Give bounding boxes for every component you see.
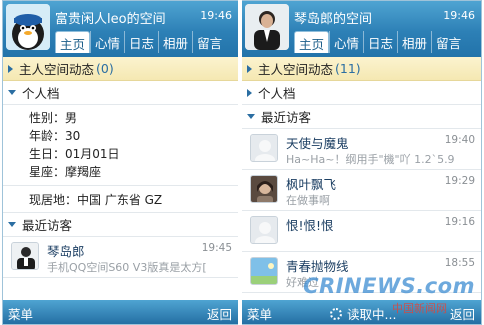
right-tab-bar: 主页 心情 日志 相册 留言 <box>294 31 481 53</box>
expanded-arrow-icon <box>247 114 255 119</box>
tab-mood[interactable]: 心情 <box>329 31 363 53</box>
picture-avatar-icon <box>251 258 277 284</box>
visitor-name: 恨!恨!恨 <box>286 218 334 233</box>
left-phone-screen: 富贵闲人leo的空间 19:46 主页 心情 日志 相册 留言 主人空间动态 (… <box>2 0 238 325</box>
loading-label: 读取中... <box>347 307 397 322</box>
penguin-avatar-icon <box>6 4 50 50</box>
visitor-avatar <box>11 242 39 270</box>
tab-home[interactable]: 主页 <box>294 31 330 53</box>
owner-feed-label: 主人空间动态 <box>258 62 334 77</box>
visitor-name: 青春抛物线 <box>286 259 349 274</box>
owner-feed-row[interactable]: 主人空间动态 (0) <box>3 57 238 81</box>
tab-mood[interactable]: 心情 <box>90 31 124 53</box>
visitor-time: 19:16 <box>444 216 475 228</box>
visitor-message: Ha~Ha~！纲用手"機"吖 1.2`5.9 <box>286 153 455 166</box>
right-clock: 19:46 <box>443 9 475 22</box>
menu-softkey[interactable]: 菜单 <box>247 304 272 323</box>
tab-blog[interactable]: 日志 <box>363 31 397 53</box>
left-header: 富贵闲人leo的空间 19:46 主页 心情 日志 相册 留言 <box>3 1 238 57</box>
visitor-time: 19:45 <box>201 242 232 254</box>
visitor-item[interactable]: 枫叶飘飞 19:29 在做事啊 <box>242 170 481 211</box>
collapsed-arrow-icon <box>247 64 252 73</box>
profile-zodiac: 星座：摩羯座 <box>29 165 102 179</box>
tab-messages[interactable]: 留言 <box>192 31 226 53</box>
visitor-item[interactable]: 恨!恨!恨 19:16 <box>242 211 481 252</box>
visitor-avatar <box>250 257 278 285</box>
owner-feed-count: (0) <box>96 61 114 76</box>
tab-album[interactable]: 相册 <box>397 31 431 53</box>
right-header: 琴岛郎的空间 19:46 主页 心情 日志 相册 留言 <box>242 1 481 57</box>
visitor-name: 枫叶飘飞 <box>286 177 337 192</box>
collapsed-arrow-icon <box>8 64 13 73</box>
left-space-title: 富贵闲人leo的空间 <box>55 12 166 27</box>
visitors-label: 最近访客 <box>261 110 312 125</box>
tab-blog[interactable]: 日志 <box>124 31 158 53</box>
person-photo-icon <box>245 4 289 50</box>
visitor-avatar <box>250 216 278 244</box>
loading-indicator: 读取中... <box>330 304 396 323</box>
visitor-time: 19:29 <box>444 175 475 187</box>
profile-section-header[interactable]: 个人档 <box>242 81 481 105</box>
site-watermark: CRINEWS.com <box>303 274 475 298</box>
default-avatar-icon <box>251 135 277 161</box>
visitor-name: 天使与魔鬼 <box>286 136 349 151</box>
right-owner-avatar[interactable] <box>245 4 289 50</box>
visitor-avatar <box>250 175 278 203</box>
expanded-arrow-icon <box>8 222 16 227</box>
menu-softkey[interactable]: 菜单 <box>8 304 33 323</box>
visitor-message: 在做事啊 <box>286 194 330 207</box>
profile-label: 个人档 <box>22 86 60 101</box>
owner-feed-count: (11) <box>335 61 361 76</box>
visitor-avatar <box>250 134 278 162</box>
visitors-section-header[interactable]: 最近访客 <box>242 105 481 129</box>
back-softkey[interactable]: 返回 <box>207 304 232 323</box>
visitor-time: 18:55 <box>444 257 475 269</box>
visitor-name: 琴岛郎 <box>47 244 85 259</box>
left-owner-avatar[interactable] <box>6 4 50 50</box>
visitor-item[interactable]: 琴岛郎 19:45 手机QQ空间S60 V3版真是太方[ <box>3 237 238 278</box>
right-phone-screen: 琴岛郎的空间 19:46 主页 心情 日志 相册 留言 主人空间动态 (11) … <box>242 0 482 325</box>
owner-feed-label: 主人空间动态 <box>19 62 95 77</box>
back-softkey[interactable]: 返回 <box>450 304 475 323</box>
profile-age: 年龄：30 <box>29 129 81 143</box>
profile-section-header[interactable]: 个人档 <box>3 81 238 105</box>
visitors-label: 最近访客 <box>22 218 73 233</box>
profile-gender: 性别：男 <box>29 111 78 125</box>
site-watermark-subtext: 中国新闻网 <box>392 302 447 315</box>
loading-spinner-icon <box>330 307 342 320</box>
default-avatar-icon <box>251 217 277 243</box>
profile-location: 现居地：中国 广东省 GZ <box>3 185 238 213</box>
collapsed-arrow-icon <box>247 88 252 97</box>
right-content: 主人空间动态 (11) 个人档 最近访客 天使与魔鬼 19:40 Ha~Ha~！… <box>242 57 481 300</box>
tab-home[interactable]: 主页 <box>55 31 91 53</box>
owner-feed-row[interactable]: 主人空间动态 (11) <box>242 57 481 81</box>
left-content: 主人空间动态 (0) 个人档 性别：男 年龄：30 生日：01月01日 星座：摩… <box>3 57 238 300</box>
right-space-title: 琴岛郎的空间 <box>294 12 373 27</box>
visitor-item[interactable]: 天使与魔鬼 19:40 Ha~Ha~！纲用手"機"吖 1.2`5.9 <box>242 129 481 170</box>
left-clock: 19:46 <box>200 9 232 22</box>
left-softkey-bar: 菜单 返回 <box>3 300 238 324</box>
visitor-message: 手机QQ空间S60 V3版真是太方[ <box>47 261 207 274</box>
profile-birthday: 生日：01月01日 <box>29 147 120 161</box>
tab-album[interactable]: 相册 <box>158 31 192 53</box>
tab-messages[interactable]: 留言 <box>431 31 465 53</box>
profile-label: 个人档 <box>258 86 296 101</box>
person-photo-icon <box>251 176 277 202</box>
expanded-arrow-icon <box>8 90 16 95</box>
visitors-section-header[interactable]: 最近访客 <box>3 213 238 237</box>
profile-details: 性别：男 年龄：30 生日：01月01日 星座：摩羯座 <box>3 105 238 185</box>
left-tab-bar: 主页 心情 日志 相册 留言 <box>55 31 238 53</box>
person-photo-icon <box>12 243 38 269</box>
visitor-time: 19:40 <box>444 134 475 146</box>
